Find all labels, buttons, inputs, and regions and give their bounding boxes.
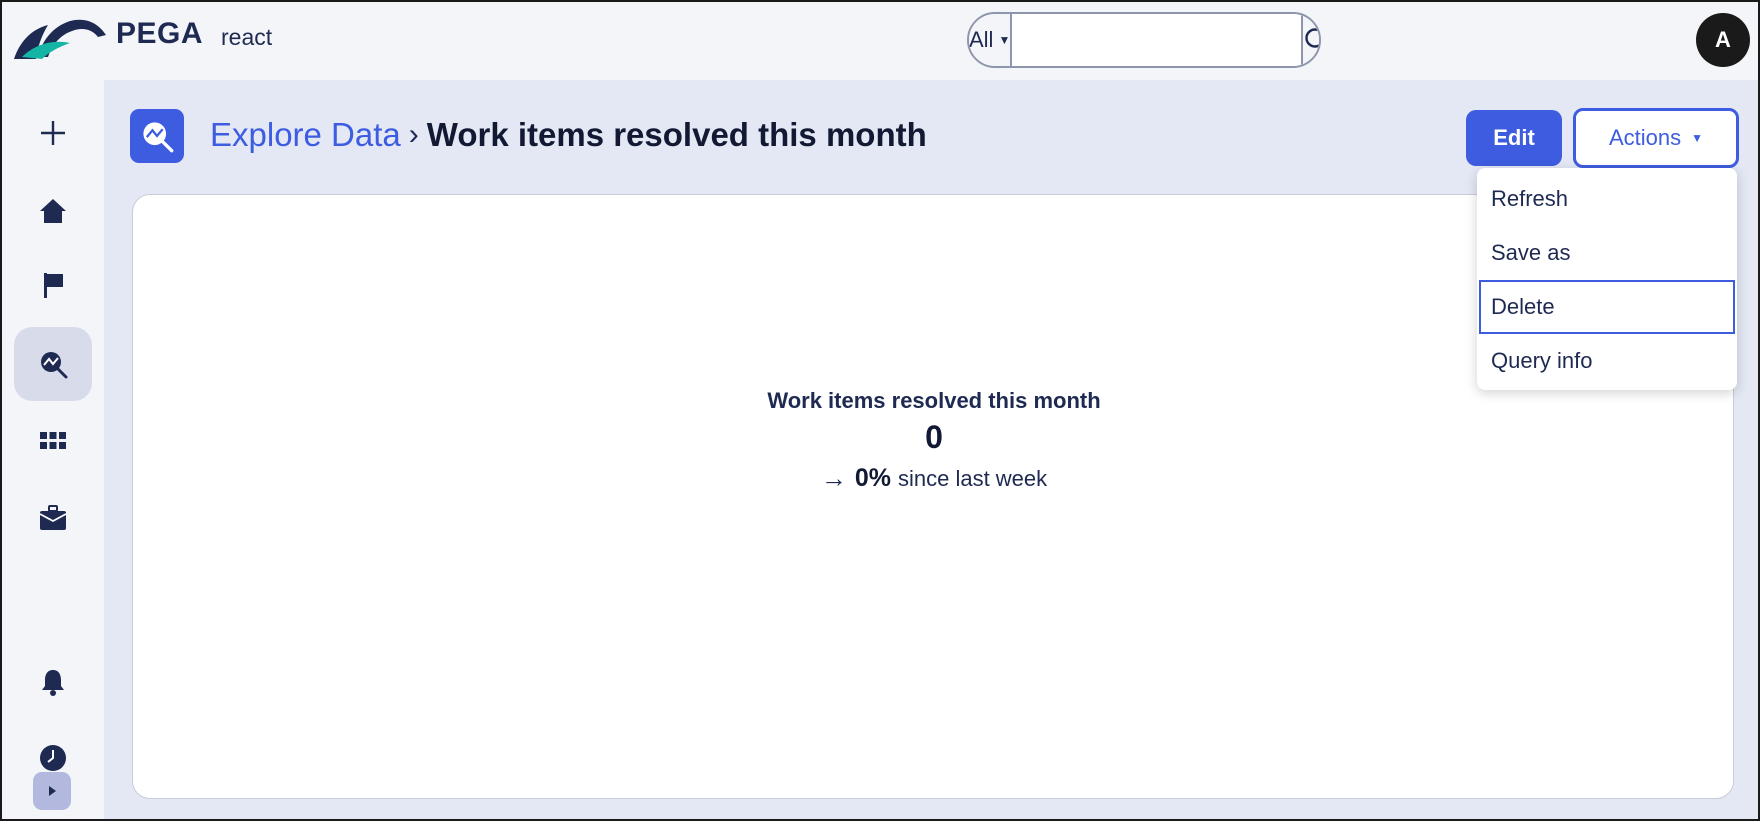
briefcase-icon: [39, 505, 67, 530]
nav-notifications[interactable]: [14, 645, 92, 719]
menu-item-delete[interactable]: Delete: [1479, 280, 1735, 334]
menu-item-save-as[interactable]: Save as: [1479, 226, 1735, 280]
app-window: PEGA react All ▼ A Explore Data › Work i…: [0, 0, 1760, 821]
plus-icon: [41, 121, 65, 145]
chevron-right-icon: [49, 786, 56, 796]
actions-button[interactable]: Actions ▼: [1573, 108, 1739, 168]
nav-worklist[interactable]: [14, 248, 92, 322]
kpi-title: Work items resolved this month: [767, 388, 1101, 413]
top-header: PEGA react All ▼ A: [2, 2, 1758, 80]
explore-data-icon: [41, 352, 68, 379]
caret-down-icon: ▼: [998, 33, 1011, 47]
clock-icon: [40, 745, 66, 771]
breadcrumb: Explore Data › Work items resolved this …: [210, 116, 927, 154]
nav-cases[interactable]: [14, 481, 92, 555]
kpi-value: 0: [925, 419, 943, 455]
nav-explore-data[interactable]: [14, 327, 92, 401]
actions-menu: Refresh Save as Delete Query info: [1477, 168, 1737, 390]
search-button[interactable]: [1301, 14, 1319, 66]
global-search: All ▼: [967, 12, 1321, 68]
pega-logo[interactable]: [12, 12, 110, 62]
explore-data-icon: [143, 122, 174, 153]
nav-home[interactable]: [14, 174, 92, 248]
trend-arrow-icon: →: [820, 463, 847, 493]
explore-data-page-icon: [130, 109, 184, 163]
expand-sidebar-button[interactable]: [33, 772, 71, 810]
menu-item-refresh[interactable]: Refresh: [1479, 172, 1735, 226]
brand-subtitle: react: [221, 24, 273, 50]
search-input[interactable]: [1012, 14, 1302, 66]
user-avatar[interactable]: A: [1696, 13, 1750, 67]
flag-icon: [44, 273, 63, 298]
edit-button[interactable]: Edit: [1466, 110, 1562, 166]
search-icon: [1305, 28, 1319, 48]
search-scope-label: All: [969, 27, 994, 52]
pega-logo-icon: [14, 19, 106, 59]
actions-button-label: Actions: [1608, 125, 1682, 150]
nav-create[interactable]: [14, 96, 92, 170]
menu-item-query-info[interactable]: Query info: [1479, 334, 1735, 388]
nav-apps[interactable]: [14, 404, 92, 478]
caret-down-icon: ▼: [1691, 131, 1704, 145]
kpi-change-percent: 0%: [854, 464, 891, 492]
kpi-change-suffix: since last week: [897, 465, 1048, 491]
bell-icon: [42, 670, 64, 696]
search-scope-select[interactable]: All ▼: [969, 14, 1013, 66]
breadcrumb-separator: ›: [408, 118, 419, 151]
apps-grid-icon: [40, 432, 66, 449]
home-icon: [40, 199, 66, 223]
kpi-trend: → 0% since last week: [133, 463, 1735, 494]
brand-name: PEGA: [116, 17, 204, 50]
breadcrumb-explore-data-link[interactable]: Explore Data: [210, 116, 401, 154]
left-nav: [2, 80, 104, 819]
page-title: Work items resolved this month: [426, 116, 927, 153]
